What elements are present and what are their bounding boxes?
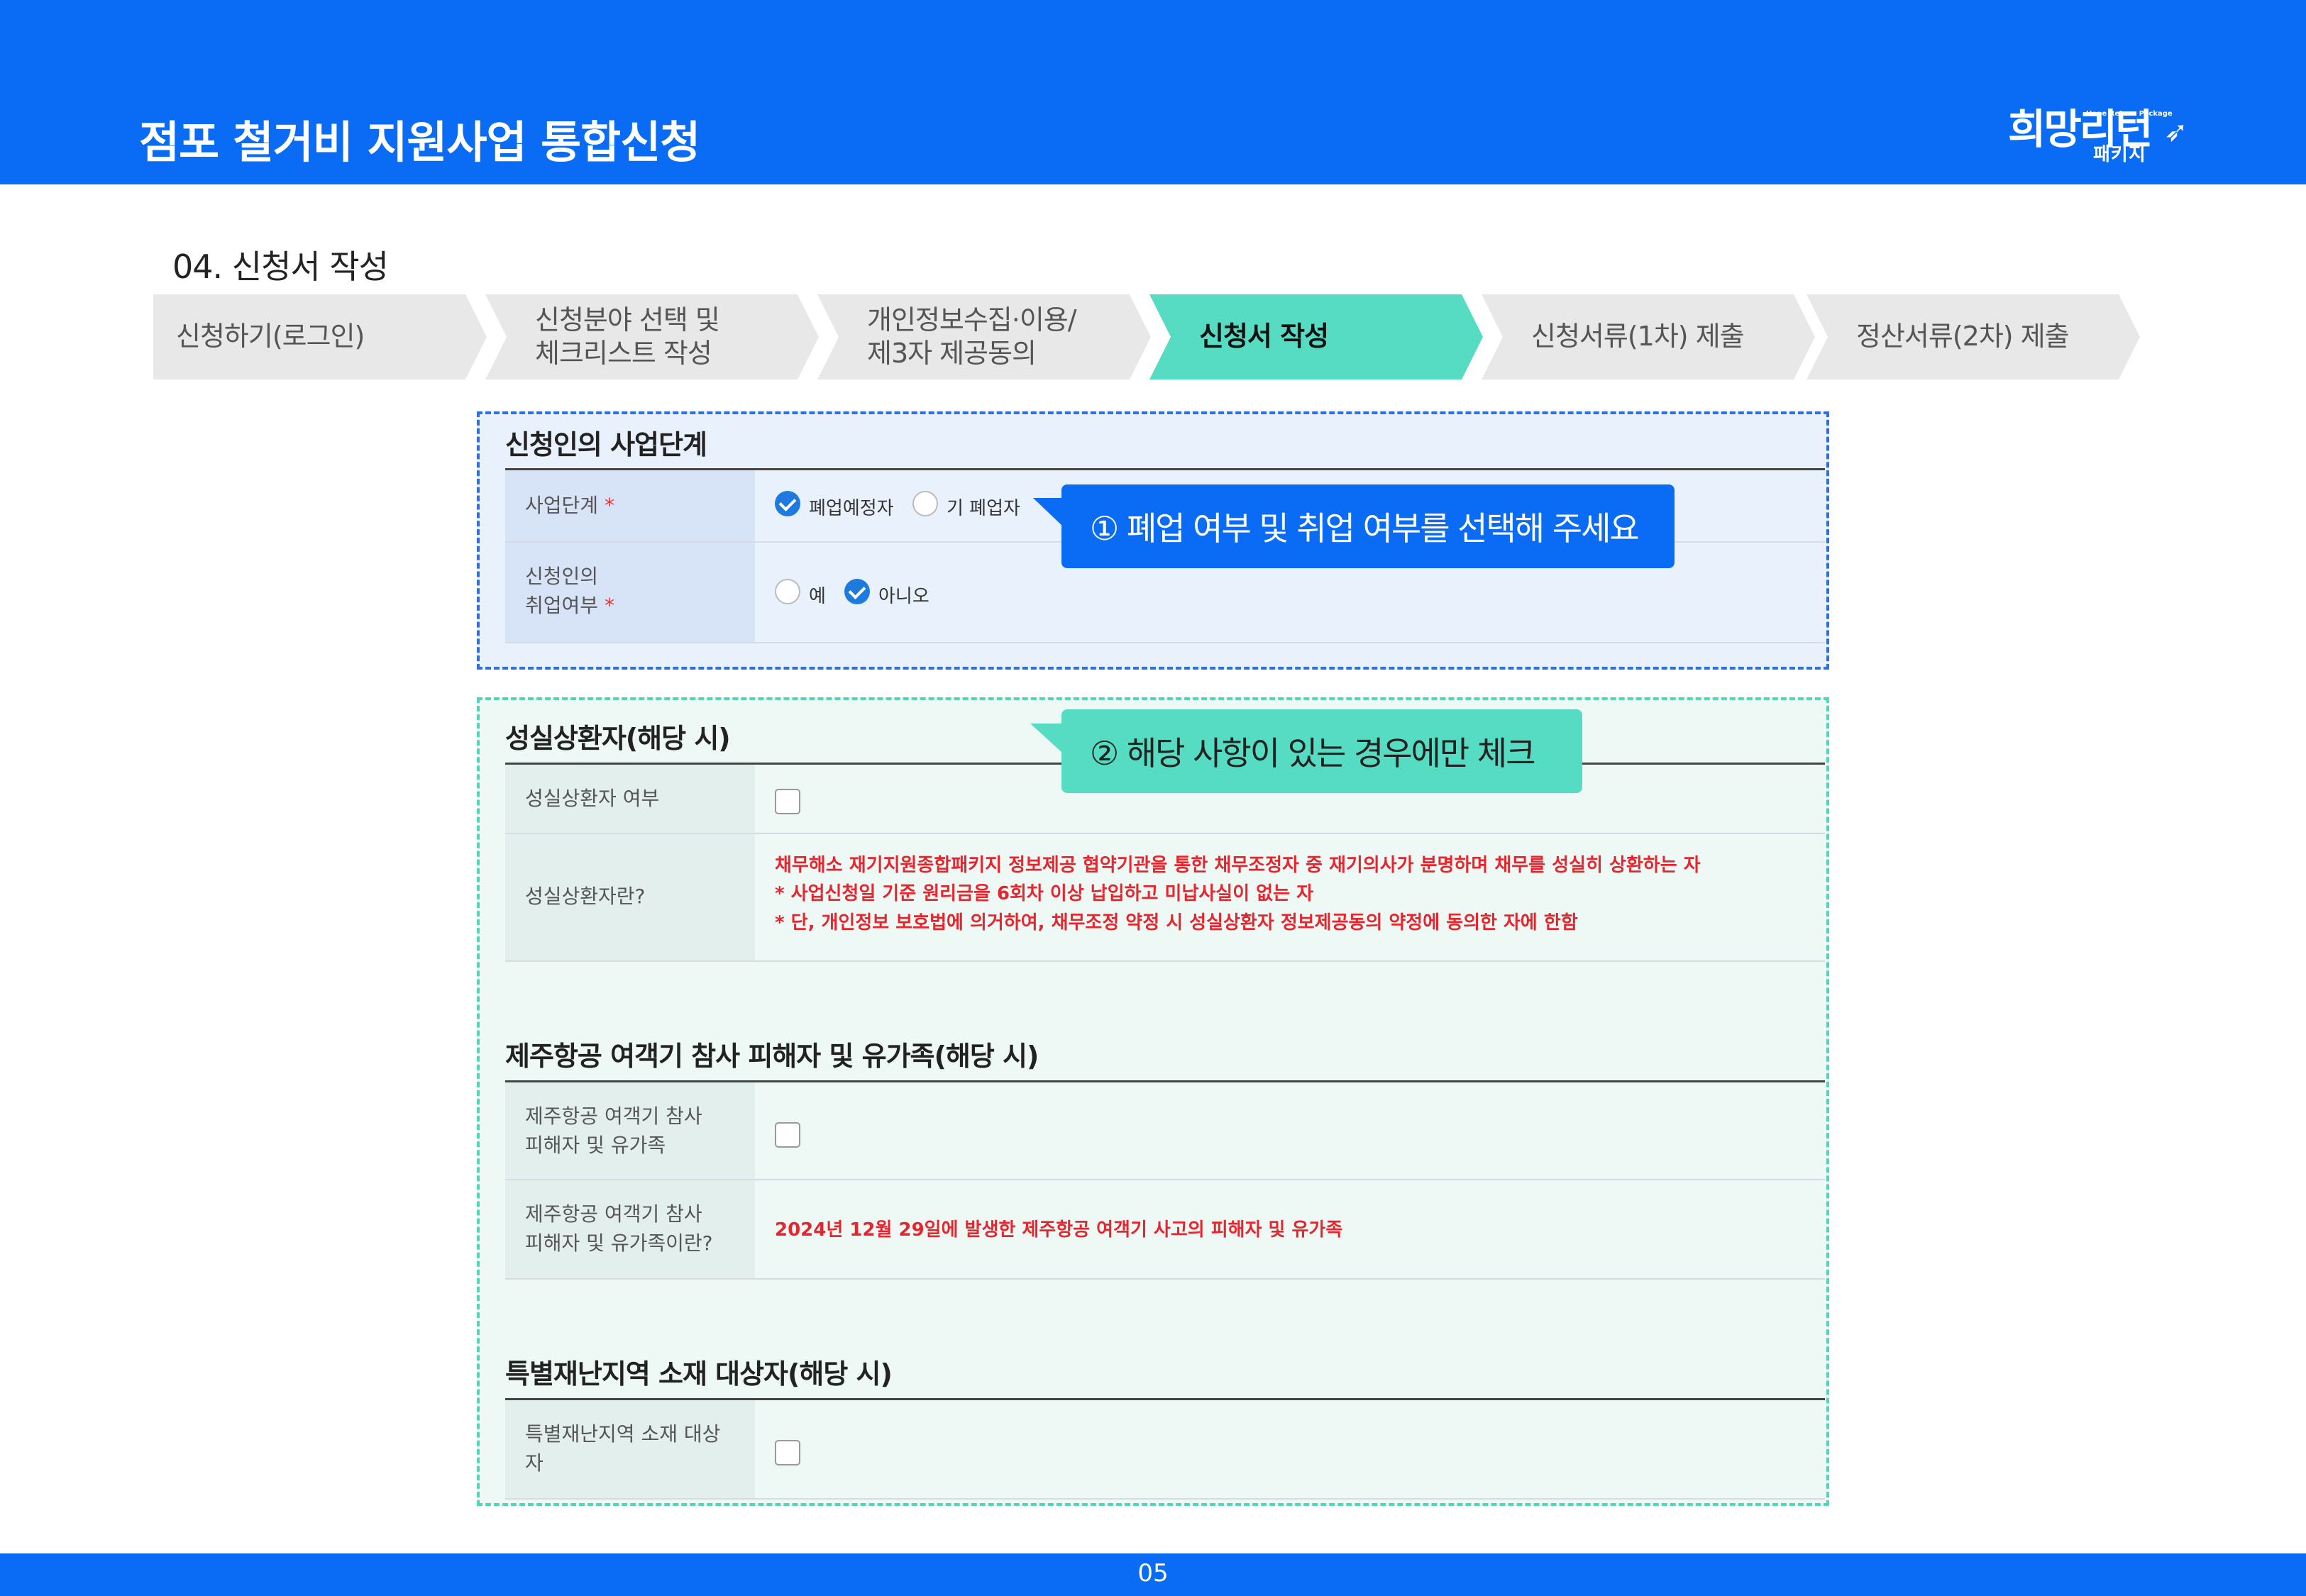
header-bar: 점포 철거비 지원사업 통합신청 희망리턴 Hope Return Packag… xyxy=(0,0,2306,184)
stage-label: 사업단계 * xyxy=(525,494,614,517)
option-no: 아니오 xyxy=(878,586,929,607)
faithful-def-label: 성실상환자란? xyxy=(525,885,646,908)
jeju-def-label: 제주항공 여객기 참사 피해자 및 유가족이란? xyxy=(525,1202,713,1255)
step-label: 신청하기(로그인) xyxy=(176,321,365,353)
jeju-def-label-cell: 제주항공 여객기 참사 피해자 및 유가족이란? xyxy=(505,1180,755,1278)
jeju-check-label: 제주항공 여객기 참사 피해자 및 유가족 xyxy=(525,1104,702,1157)
step-documents-2: 정산서류(2차) 제출 xyxy=(1806,294,2140,379)
faithful-repayer-title: 성실상환자(해당 시) xyxy=(505,723,731,754)
jeju-air-checkbox[interactable] xyxy=(775,1122,800,1148)
employment-label: 신청인의 취업여부 * xyxy=(525,565,614,617)
faithful-def-label-cell: 성실상환자란? xyxy=(505,834,755,960)
step-label: 개인정보수집·이용/ 제3자 제공동의 xyxy=(867,304,1076,369)
step-progress: 신청하기(로그인) 신청분야 선택 및 체크리스트 작성 개인정보수집·이용/ … xyxy=(153,294,2140,379)
step-label: 신청서 작성 xyxy=(1199,321,1329,353)
radio-employed-yes[interactable] xyxy=(775,579,800,604)
step-checklist: 신청분야 선택 및 체크리스트 작성 xyxy=(485,294,819,379)
disaster-area-checkbox[interactable] xyxy=(775,1440,800,1465)
business-stage-title: 신청인의 사업단계 xyxy=(505,429,707,460)
callout-select-status: ① 폐업 여부 및 취업 여부를 선택해 주세요 xyxy=(1061,484,1675,568)
callout-check-if-applicable: ② 해당 사항이 있는 경우에만 체크 xyxy=(1061,709,1582,793)
step-label: 정산서류(2차) 제출 xyxy=(1856,321,2069,353)
callout-tail xyxy=(1033,498,1063,526)
divider xyxy=(505,642,1825,643)
divider xyxy=(505,1498,1825,1500)
page-number: 05 xyxy=(1137,1559,1169,1587)
faithful-repayer-checkbox[interactable] xyxy=(775,789,800,814)
callout-tail xyxy=(1030,724,1063,753)
divider xyxy=(505,960,1825,962)
radio-closure-planned[interactable] xyxy=(775,491,800,516)
logo-arrow-icon: ➶ xyxy=(2164,116,2188,148)
jeju-def-text: 2024년 12월 29일에 발생한 제주항공 여객기 사고의 피해자 및 유가… xyxy=(775,1219,1343,1241)
radio-already-closed[interactable] xyxy=(912,491,938,516)
step-documents-1: 신청서류(1차) 제출 xyxy=(1482,294,1815,379)
step-application-form: 신청서 작성 xyxy=(1149,294,1483,379)
employment-label-cell: 신청인의 취업여부 * xyxy=(505,543,755,642)
faithful-check-label-cell: 성실상환자 여부 xyxy=(505,765,755,834)
disaster-check-label-cell: 특별재난지역 소재 대상 자 xyxy=(505,1400,755,1498)
step-label: 신청서류(1차) 제출 xyxy=(1531,321,1744,353)
divider xyxy=(505,1278,1825,1280)
option-yes: 예 xyxy=(809,586,826,607)
jeju-check-label-cell: 제주항공 여객기 참사 피해자 및 유가족 xyxy=(505,1082,755,1179)
jeju-air-title: 제주항공 여객기 참사 피해자 및 유가족(해당 시) xyxy=(505,1041,1039,1072)
step-consent: 개인정보수집·이용/ 제3자 제공동의 xyxy=(817,294,1151,379)
disaster-area-title: 특별재난지역 소재 대상자(해당 시) xyxy=(505,1358,893,1390)
faithful-def-text: 채무해소 재기지원종합패키지 정보제공 협약기관을 통한 채무조정자 중 재기의… xyxy=(775,855,1701,933)
section-title: 04. 신청서 작성 xyxy=(172,248,389,286)
radio-employed-no[interactable] xyxy=(844,579,870,604)
page-title: 점포 철거비 지원사업 통합신청 xyxy=(139,116,700,168)
logo-eng-text: Hope Return Package xyxy=(2086,110,2173,118)
step-label: 신청분야 선택 및 체크리스트 작성 xyxy=(535,304,719,369)
disaster-check-label: 특별재난지역 소재 대상 자 xyxy=(525,1422,721,1475)
faithful-check-label: 성실상환자 여부 xyxy=(525,787,660,810)
stage-label-cell: 사업단계 * xyxy=(505,470,755,541)
logo: 희망리턴 Hope Return Package 패키지 ➶ xyxy=(2008,96,2188,167)
logo-sub-text: 패키지 xyxy=(2093,144,2146,165)
option-closure-planned: 폐업예정자 xyxy=(809,498,894,519)
step-login: 신청하기(로그인) xyxy=(153,294,487,379)
option-already-closed: 기 폐업자 xyxy=(947,498,1020,519)
